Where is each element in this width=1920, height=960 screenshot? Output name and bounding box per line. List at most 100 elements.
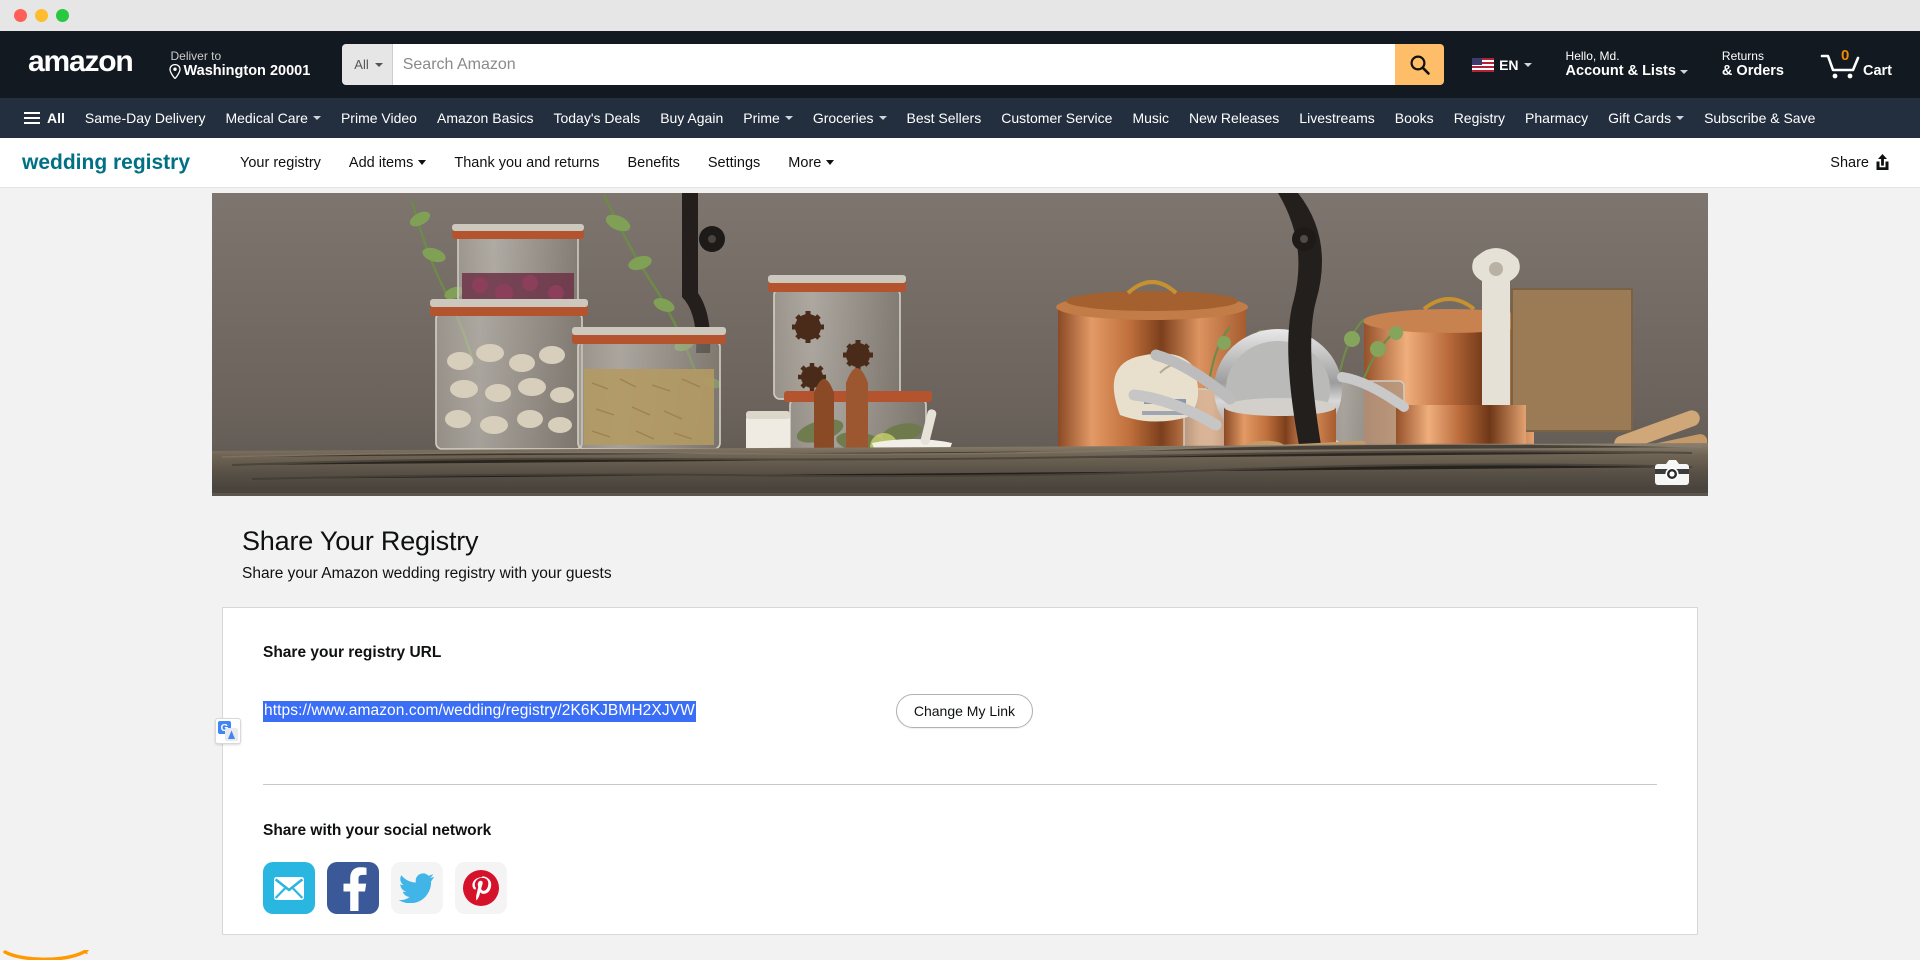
share-registry-card: Share your registry URL https://www.amaz… — [222, 607, 1698, 935]
nav-item-medical-care[interactable]: Medical Care — [215, 102, 330, 134]
share-facebook-button[interactable] — [327, 862, 379, 914]
share-email-button[interactable] — [263, 862, 315, 914]
registry-nav-more[interactable]: More — [774, 147, 848, 179]
page-subtitle: Share your Amazon wedding registry with … — [242, 565, 1708, 583]
registry-nav-label: More — [788, 155, 821, 171]
social-share-row — [263, 862, 1657, 914]
nav-label: Registry — [1454, 110, 1505, 126]
amazon-logo-text: amazon — [28, 50, 133, 75]
deliver-to-button[interactable]: Deliver to Washington 20001 — [159, 40, 321, 89]
deliver-to-label: Deliver to — [169, 49, 311, 63]
all-menu-button[interactable]: All — [14, 102, 75, 134]
cart-button[interactable]: 0 Cart — [1810, 40, 1902, 90]
search-category-label: All — [354, 57, 368, 72]
window-maximize-button[interactable] — [56, 9, 69, 22]
nav-label: Today's Deals — [553, 110, 640, 126]
registry-nav-your-registry[interactable]: Your registry — [226, 147, 335, 179]
nav-item-books[interactable]: Books — [1385, 102, 1444, 134]
share-pinterest-button[interactable] — [455, 862, 507, 914]
amazon-logo[interactable]: amazon — [18, 43, 143, 86]
change-my-link-button[interactable]: Change My Link — [896, 694, 1033, 728]
chevron-down-icon — [785, 116, 793, 120]
nav-item-same-day-delivery[interactable]: Same-Day Delivery — [75, 102, 216, 134]
nav-item-subscribe-and-save[interactable]: Subscribe & Save — [1694, 102, 1825, 134]
deliver-to-value: Washington 20001 — [184, 63, 311, 80]
account-greeting: Hello, Md. — [1566, 49, 1688, 63]
camera-icon[interactable] — [1655, 460, 1689, 486]
nav-label: Gift Cards — [1608, 110, 1671, 126]
nav-item-registry[interactable]: Registry — [1444, 102, 1515, 134]
registry-url-text[interactable]: https://www.amazon.com/wedding/registry/… — [263, 701, 696, 722]
social-share-heading: Share with your social network — [263, 822, 1657, 840]
nav-label: Prime Video — [341, 110, 417, 126]
shopping-cart-icon — [1820, 49, 1860, 81]
search-input[interactable] — [393, 44, 1395, 85]
account-and-lists-button[interactable]: Hello, Md. Account & Lists — [1556, 40, 1698, 90]
section-divider — [263, 784, 1657, 785]
nav-label: Best Sellers — [907, 110, 982, 126]
nav-item-buy-again[interactable]: Buy Again — [650, 102, 733, 134]
nav-item-gift-cards[interactable]: Gift Cards — [1598, 102, 1694, 134]
language-selector[interactable]: EN — [1462, 46, 1541, 84]
nav-item-music[interactable]: Music — [1122, 102, 1179, 134]
registry-hero-banner[interactable] — [212, 193, 1708, 496]
share-url-heading: Share your registry URL — [263, 644, 1657, 662]
registry-nav-label: Benefits — [627, 155, 679, 171]
nav-item-prime-video[interactable]: Prime Video — [331, 102, 427, 134]
returns-and-orders-button[interactable]: Returns & Orders — [1712, 40, 1794, 90]
nav-label: Books — [1395, 110, 1434, 126]
nav-item-prime[interactable]: Prime — [733, 102, 803, 134]
chevron-down-icon — [418, 160, 426, 165]
share-export-icon — [1875, 154, 1890, 171]
registry-nav-settings[interactable]: Settings — [694, 147, 774, 179]
share-label: Share — [1830, 155, 1869, 171]
nav-item-pharmacy[interactable]: Pharmacy — [1515, 102, 1598, 134]
all-menu-label: All — [47, 110, 65, 126]
registry-navbar: wedding registry Your registry Add items… — [0, 138, 1920, 188]
nav-label: Customer Service — [1001, 110, 1112, 126]
share-url-row: https://www.amazon.com/wedding/registry/… — [263, 694, 1657, 728]
nav-label: Buy Again — [660, 110, 723, 126]
registry-nav-thank-you-and-returns[interactable]: Thank you and returns — [440, 147, 613, 179]
pinterest-icon — [462, 869, 500, 907]
amazon-secondary-navbar: All Same-Day Delivery Medical Care Prime… — [0, 98, 1920, 138]
nav-item-todays-deals[interactable]: Today's Deals — [543, 102, 650, 134]
chevron-down-icon — [1524, 63, 1532, 67]
google-translate-glyph: G — [218, 721, 238, 741]
registry-brand-link[interactable]: wedding registry — [22, 151, 190, 175]
search-category-dropdown[interactable]: All — [342, 44, 392, 85]
nav-item-amazon-basics[interactable]: Amazon Basics — [427, 102, 543, 134]
page-heading-block: Share Your Registry Share your Amazon we… — [212, 526, 1708, 583]
nav-label: New Releases — [1189, 110, 1279, 126]
email-icon — [274, 877, 304, 900]
twitter-icon — [399, 873, 435, 903]
registry-nav-label: Settings — [708, 155, 760, 171]
nav-item-groceries[interactable]: Groceries — [803, 102, 897, 134]
window-close-button[interactable] — [14, 9, 27, 22]
nav-item-new-releases[interactable]: New Releases — [1179, 102, 1289, 134]
nav-label: Amazon Basics — [437, 110, 533, 126]
chevron-down-icon — [826, 160, 834, 165]
chevron-down-icon — [879, 116, 887, 120]
facebook-icon — [338, 865, 368, 911]
nav-item-livestreams[interactable]: Livestreams — [1289, 102, 1384, 134]
nav-label: Pharmacy — [1525, 110, 1588, 126]
search-submit-button[interactable] — [1395, 44, 1444, 85]
returns-line1: Returns — [1722, 49, 1784, 63]
nav-label: Same-Day Delivery — [85, 110, 206, 126]
nav-item-best-sellers[interactable]: Best Sellers — [897, 102, 992, 134]
google-translate-icon[interactable]: G — [215, 718, 241, 744]
nav-item-customer-service[interactable]: Customer Service — [991, 102, 1122, 134]
share-registry-button[interactable]: Share — [1830, 154, 1898, 171]
chevron-down-icon — [313, 116, 321, 120]
registry-nav-benefits[interactable]: Benefits — [613, 147, 693, 179]
registry-nav-add-items[interactable]: Add items — [335, 147, 440, 179]
hamburger-menu-icon — [24, 112, 40, 124]
chevron-down-icon — [375, 63, 383, 67]
page-body: Share Your Registry Share your Amazon we… — [0, 188, 1920, 950]
nav-label: Prime — [743, 110, 780, 126]
share-twitter-button[interactable] — [391, 862, 443, 914]
nav-label: Livestreams — [1299, 110, 1374, 126]
window-minimize-button[interactable] — [35, 9, 48, 22]
cart-label: Cart — [1863, 63, 1892, 79]
